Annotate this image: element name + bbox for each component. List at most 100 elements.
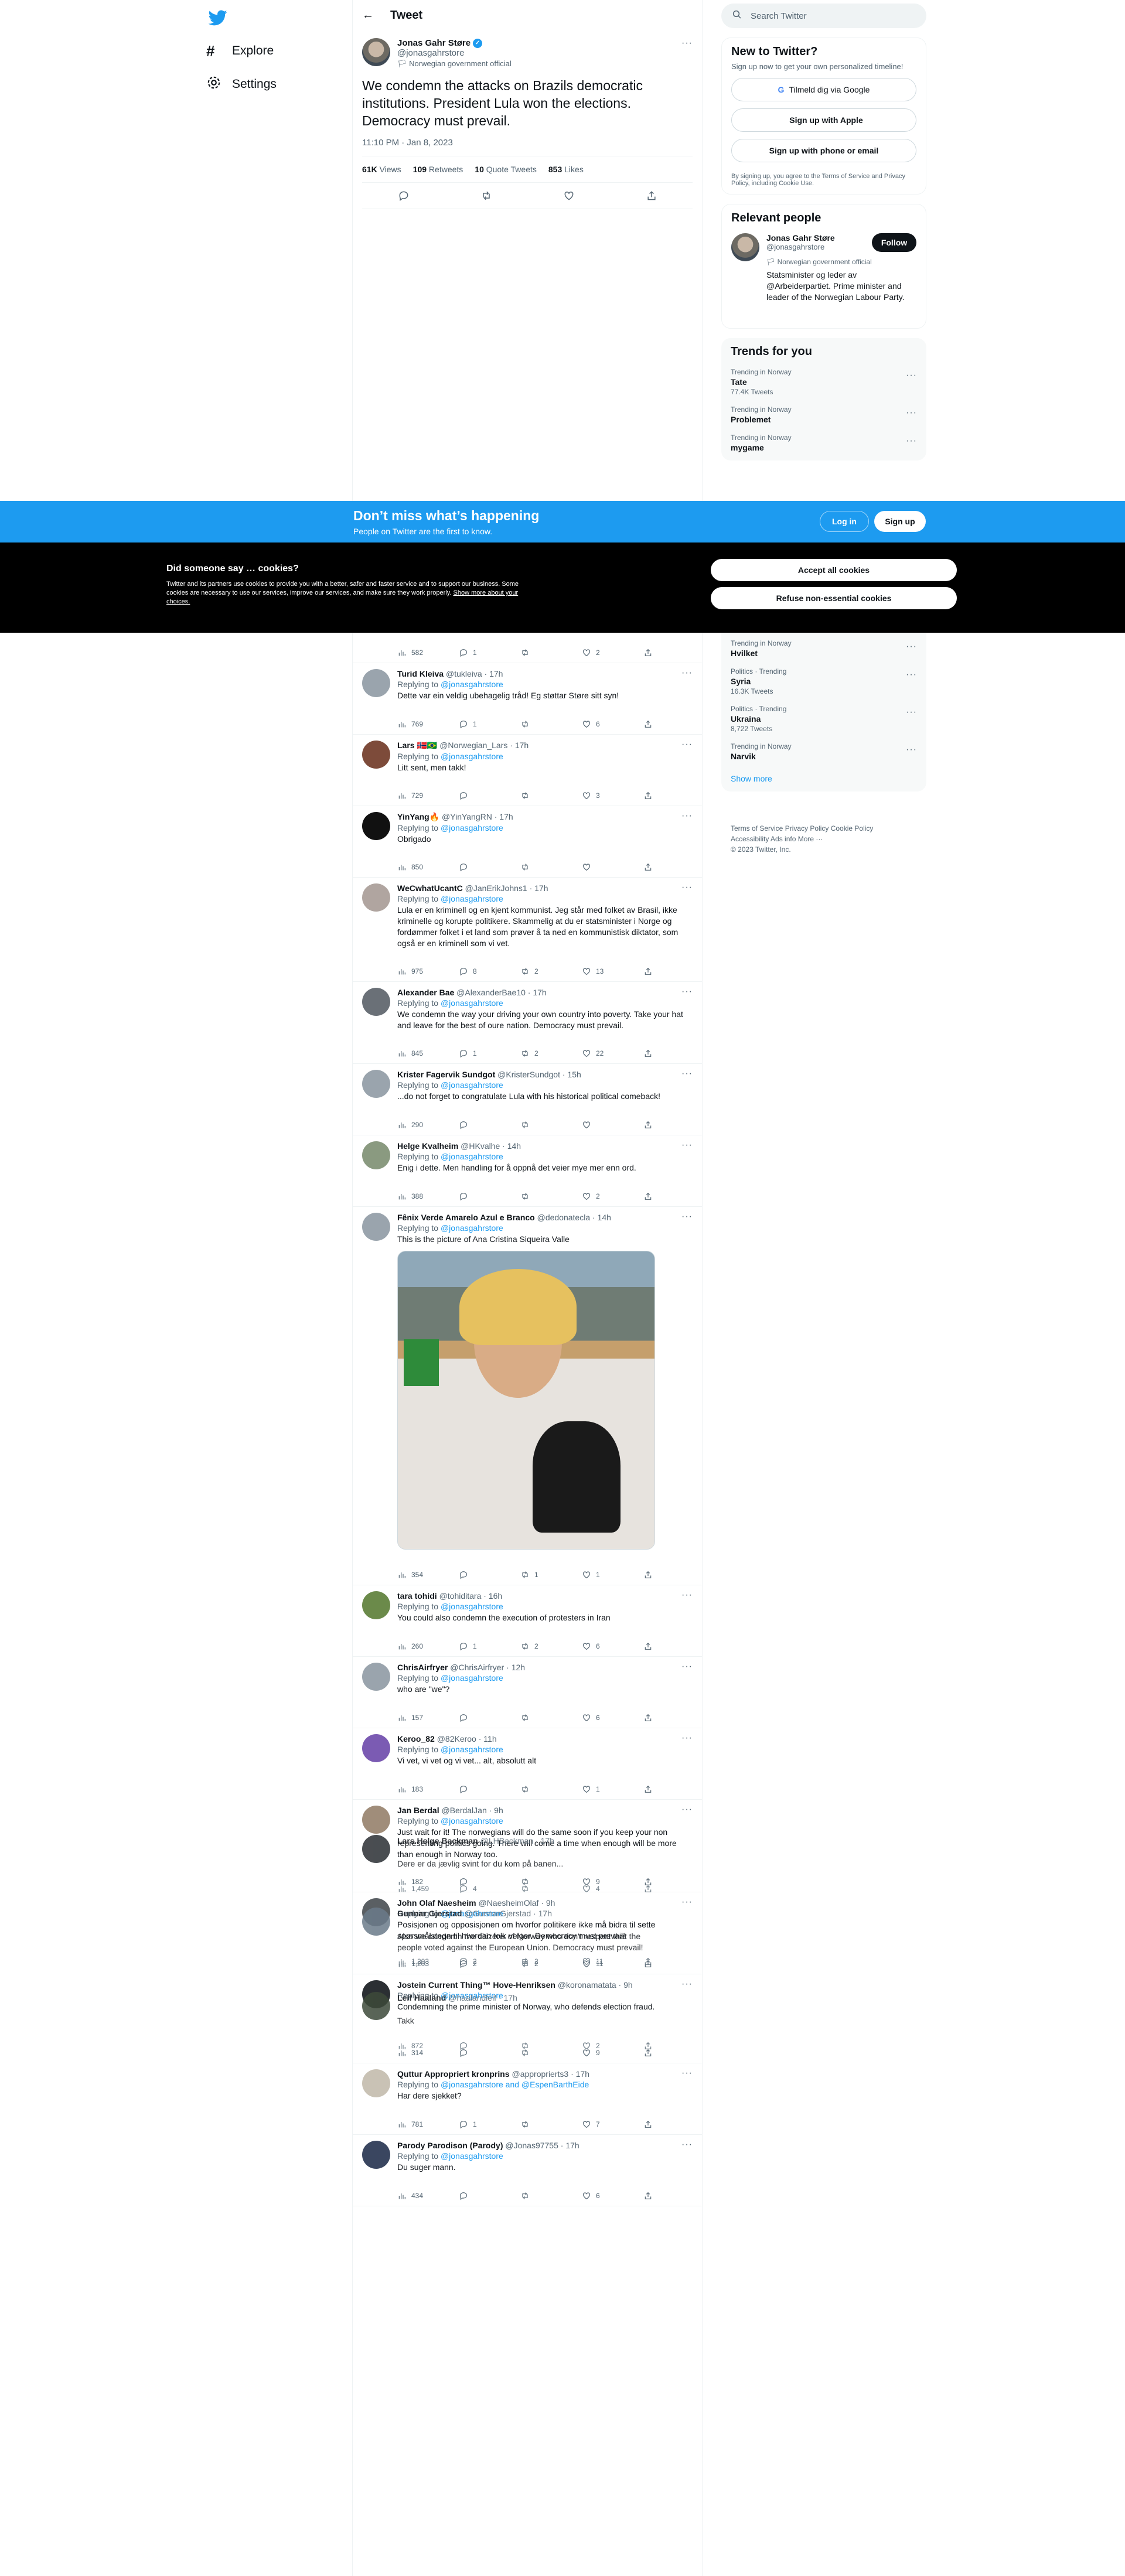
more-icon[interactable]: ··· bbox=[906, 642, 917, 652]
show-more-link[interactable]: Show more bbox=[731, 774, 917, 783]
views-icon[interactable]: 975 bbox=[397, 967, 444, 976]
share-icon[interactable] bbox=[643, 719, 655, 729]
retweet-icon[interactable] bbox=[520, 1713, 567, 1722]
avatar[interactable] bbox=[362, 1806, 390, 1834]
reply-icon[interactable]: 2 bbox=[459, 1957, 506, 1966]
share-icon[interactable] bbox=[643, 1713, 655, 1722]
replying-link[interactable]: @jonasgahrstore bbox=[441, 1673, 503, 1683]
trend-item[interactable]: Trending in Norway Hvilket ··· bbox=[731, 639, 917, 658]
reply-icon[interactable] bbox=[459, 1713, 506, 1722]
like-icon[interactable]: 6 bbox=[582, 1713, 629, 1722]
reply-icon[interactable] bbox=[459, 2041, 506, 2050]
replying-link[interactable]: @jonasgahrstore bbox=[441, 1152, 503, 1161]
share-icon[interactable] bbox=[643, 2191, 655, 2200]
reply-author[interactable]: Lars Helge Backman bbox=[397, 1836, 478, 1845]
like-icon[interactable]: 6 bbox=[582, 719, 629, 729]
trend-item[interactable]: Politics · Trending Ukraina 8,722 Tweets… bbox=[731, 705, 917, 733]
reply-handle[interactable]: @tukleiva · 17h bbox=[446, 669, 503, 678]
share-icon[interactable] bbox=[643, 648, 655, 657]
views-icon[interactable]: 354 bbox=[397, 1570, 444, 1579]
reply-handle[interactable]: @BerdalJan · 9h bbox=[441, 1806, 503, 1815]
reply-handle[interactable]: @HKvalhe · 14h bbox=[461, 1141, 521, 1151]
reply-icon[interactable] bbox=[459, 1120, 506, 1130]
like-icon[interactable] bbox=[582, 1120, 629, 1130]
like-icon[interactable]: 2 bbox=[582, 1192, 629, 1201]
share-icon[interactable] bbox=[643, 967, 655, 976]
footer-links-2[interactable]: Accessibility Ads info More ··· bbox=[731, 834, 918, 844]
search-box[interactable]: Search Twitter bbox=[721, 4, 926, 28]
follow-button[interactable]: Follow bbox=[872, 233, 916, 252]
views-icon[interactable]: 769 bbox=[397, 719, 444, 729]
replying-link[interactable]: @jonasgahrstore bbox=[441, 752, 503, 761]
replying-link[interactable]: @jonasgahrstore bbox=[441, 998, 503, 1008]
reply-tweet[interactable]: YinYang🔥 @YinYangRN · 17h Replying to @j… bbox=[353, 806, 702, 878]
share-icon[interactable] bbox=[643, 1642, 655, 1651]
like-icon[interactable]: 13 bbox=[582, 967, 629, 976]
signup-button[interactable]: Sign up bbox=[874, 511, 926, 532]
reply-author[interactable]: Keroo_82 bbox=[397, 1734, 435, 1744]
more-icon[interactable]: ··· bbox=[681, 1661, 693, 1672]
retweet-icon[interactable]: 2 bbox=[520, 1957, 567, 1966]
more-icon[interactable]: ··· bbox=[681, 1212, 693, 1222]
more-icon[interactable]: ··· bbox=[906, 670, 917, 680]
reply-tweet[interactable]: Alexander Bae @AlexanderBae10 · 17h Repl… bbox=[353, 982, 702, 1064]
more-icon[interactable]: ··· bbox=[681, 1069, 693, 1079]
reply-author[interactable]: Turid Kleiva bbox=[397, 669, 444, 678]
replying-link[interactable]: @jonasgahrstore bbox=[441, 1080, 503, 1090]
avatar[interactable] bbox=[362, 1663, 390, 1691]
avatar[interactable] bbox=[362, 2141, 390, 2169]
reply-icon[interactable] bbox=[459, 862, 506, 872]
replying-link[interactable]: @jonasgahrstore bbox=[441, 2151, 503, 2161]
replying-link[interactable]: @jonasgahrstore bbox=[441, 823, 503, 832]
reply-handle[interactable]: @Jonas97755 · 17h bbox=[505, 2141, 579, 2150]
share-icon[interactable] bbox=[643, 1120, 655, 1130]
reply-icon[interactable] bbox=[459, 1192, 506, 1201]
reply-tweet[interactable]: Lars 🇳🇴🇧🇷 @Norwegian_Lars · 17h Replying… bbox=[353, 735, 702, 806]
retweet-icon[interactable] bbox=[520, 862, 567, 872]
reply-tweet[interactable]: Helge Kvalheim @HKvalhe · 14h Replying t… bbox=[353, 1135, 702, 1207]
reply-handle[interactable]: @NaesheimOlaf · 9h bbox=[478, 1898, 555, 1908]
trend-item[interactable]: Trending in Norway Problemet ··· bbox=[731, 405, 917, 424]
nav-settings[interactable]: Settings bbox=[206, 70, 277, 99]
reply-handle[interactable]: @koronamatata · 9h bbox=[558, 1980, 633, 1990]
share-icon[interactable] bbox=[643, 1192, 655, 1201]
avatar[interactable] bbox=[362, 741, 390, 769]
reply-icon[interactable]: 1 bbox=[459, 719, 506, 729]
retweet-icon[interactable] bbox=[520, 1884, 567, 1893]
reply-tweet[interactable]: Krister Fagervik Sundgot @KristerSundgot… bbox=[353, 1064, 702, 1135]
more-icon[interactable]: ··· bbox=[681, 882, 693, 893]
more-icon[interactable]: ··· bbox=[681, 2068, 693, 2079]
replying-link[interactable]: @jonasgahrstore bbox=[441, 1745, 503, 1754]
reply-icon[interactable]: 4 bbox=[459, 1884, 506, 1893]
reply-author[interactable]: John Olaf Naesheim bbox=[397, 1898, 476, 1908]
reply-author[interactable]: Quttur Appropriert kronprins bbox=[397, 2069, 510, 2079]
reply-photo[interactable] bbox=[397, 1251, 655, 1550]
reply-tweet[interactable]: Quttur Appropriert kronprins @approprier… bbox=[353, 2063, 702, 2135]
more-icon[interactable]: ··· bbox=[681, 1590, 693, 1601]
views-icon[interactable]: 183 bbox=[397, 1785, 444, 1794]
views-icon[interactable]: 290 bbox=[397, 1120, 444, 1130]
reply-tweet[interactable]: WeCwhatUcantC @JanErikJohns1 · 17h Reply… bbox=[353, 878, 702, 982]
retweet-icon[interactable] bbox=[520, 719, 567, 729]
reply-tweet[interactable]: Parody Parodison (Parody) @Jonas97755 · … bbox=[353, 2135, 702, 2206]
apple-signup-button[interactable]: Sign up with Apple bbox=[731, 108, 916, 132]
reply-tweet[interactable]: Keroo_82 @82Keroo · 11h Replying to @jon… bbox=[353, 1728, 702, 1800]
reply-icon[interactable]: 1 bbox=[459, 648, 506, 657]
avatar[interactable] bbox=[362, 812, 390, 840]
avatar[interactable] bbox=[362, 883, 390, 912]
trend-item[interactable]: Politics · Trending Syria 16.3K Tweets ·… bbox=[731, 667, 917, 695]
views-icon[interactable]: 1,459 bbox=[397, 1884, 444, 1893]
like-icon[interactable]: 6 bbox=[582, 1642, 629, 1651]
trend-item[interactable]: Trending in Norway mygame ··· bbox=[731, 434, 917, 452]
avatar[interactable] bbox=[362, 1141, 390, 1169]
like-icon[interactable]: 7 bbox=[582, 2120, 629, 2129]
nav-explore[interactable]: # Explore bbox=[206, 36, 274, 66]
reply-author[interactable]: Alexander Bae bbox=[397, 988, 454, 997]
reply-handle[interactable]: @dedonatecla · 14h bbox=[537, 1213, 611, 1222]
google-signup-button[interactable]: G Tilmeld dig via Google bbox=[731, 78, 916, 101]
reply-tweet[interactable]: ChrisAirfryer @ChrisAirfryer · 12h Reply… bbox=[353, 1657, 702, 1728]
reply-author[interactable]: Leif Haaland bbox=[397, 1993, 446, 2002]
reply-handle[interactable]: @YinYangRN · 17h bbox=[442, 812, 513, 821]
overlapping-reply[interactable]: Lars Helge Backman @LHBackman · 17h Dere… bbox=[362, 1835, 693, 1899]
replying-link[interactable]: @jonasgahrstore and @EspenBarthEide bbox=[441, 2080, 589, 2089]
